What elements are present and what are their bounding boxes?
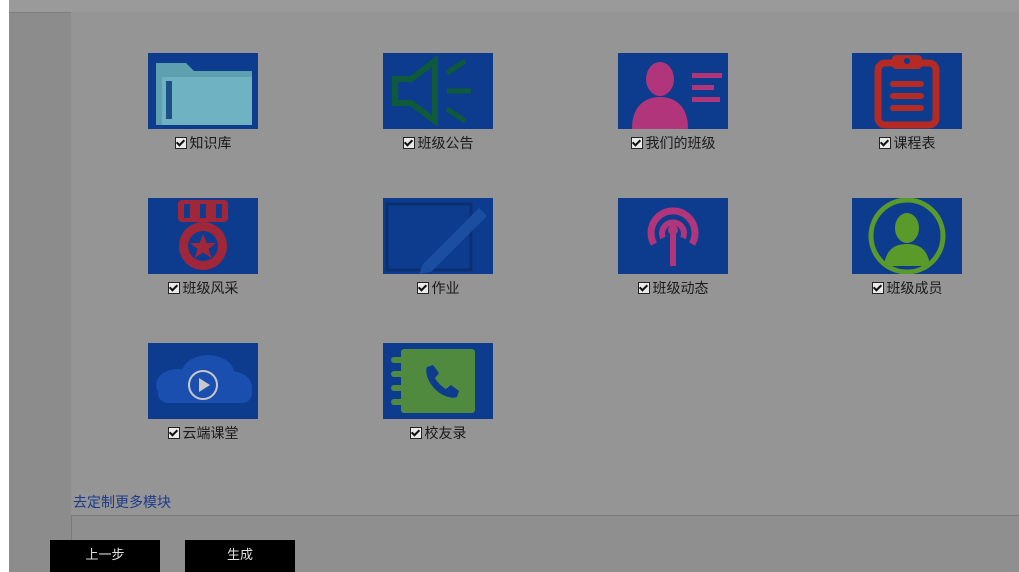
checkbox[interactable]: [174, 137, 187, 149]
member-icon: [852, 198, 962, 274]
checkbox[interactable]: [167, 427, 180, 439]
checkbox[interactable]: [871, 282, 884, 294]
medal-icon: [148, 198, 258, 274]
left-border: [0, 0, 9, 572]
module-alumni[interactable]: 校友录: [358, 343, 518, 443]
pencil-icon: [383, 198, 493, 274]
megaphone-icon: [383, 53, 493, 129]
module-homework[interactable]: 作业: [358, 198, 518, 298]
module-class-notice[interactable]: 班级公告: [358, 53, 518, 153]
module-class-members[interactable]: 班级成员: [827, 198, 987, 298]
module-knowledge-base[interactable]: 知识库: [123, 53, 283, 153]
module-class-news[interactable]: 班级动态: [593, 198, 753, 298]
module-our-class[interactable]: 我们的班级: [593, 53, 753, 153]
checkbox[interactable]: [878, 137, 891, 149]
module-label: 班级风采: [182, 281, 239, 297]
clipboard-icon: [852, 53, 962, 129]
module-label: 班级公告: [417, 136, 474, 152]
broadcast-icon: [618, 198, 728, 274]
module-label: 课程表: [893, 136, 936, 152]
folder-icon: [148, 53, 258, 129]
module-schedule[interactable]: 课程表: [827, 53, 987, 153]
module-panel: 知识库 班级公告 我们的班级 课程表 班级风采 作业 班级动态 班级成员 云端课…: [71, 12, 1019, 516]
address-book-icon: [383, 343, 493, 419]
module-label: 我们的班级: [645, 136, 716, 152]
checkbox[interactable]: [416, 282, 429, 294]
generate-button[interactable]: 生成: [185, 540, 295, 572]
module-label: 云端课堂: [182, 426, 239, 442]
module-class-style[interactable]: 班级风采: [123, 198, 283, 298]
module-label: 知识库: [189, 136, 232, 152]
customize-more-link[interactable]: 去定制更多模块: [73, 492, 171, 512]
checkbox[interactable]: [167, 282, 180, 294]
module-label: 校友录: [424, 426, 467, 442]
prev-step-button[interactable]: 上一步: [50, 540, 160, 572]
module-label: 班级成员: [886, 281, 943, 297]
profile-card-icon: [618, 53, 728, 129]
cloud-play-icon: [148, 343, 258, 419]
module-label: 班级动态: [652, 281, 709, 297]
checkbox[interactable]: [630, 137, 643, 149]
left-rail: [9, 0, 72, 572]
checkbox[interactable]: [637, 282, 650, 294]
checkbox[interactable]: [402, 137, 415, 149]
module-label: 作业: [431, 281, 460, 297]
module-cloud-classroom[interactable]: 云端课堂: [123, 343, 283, 443]
checkbox[interactable]: [409, 427, 422, 439]
